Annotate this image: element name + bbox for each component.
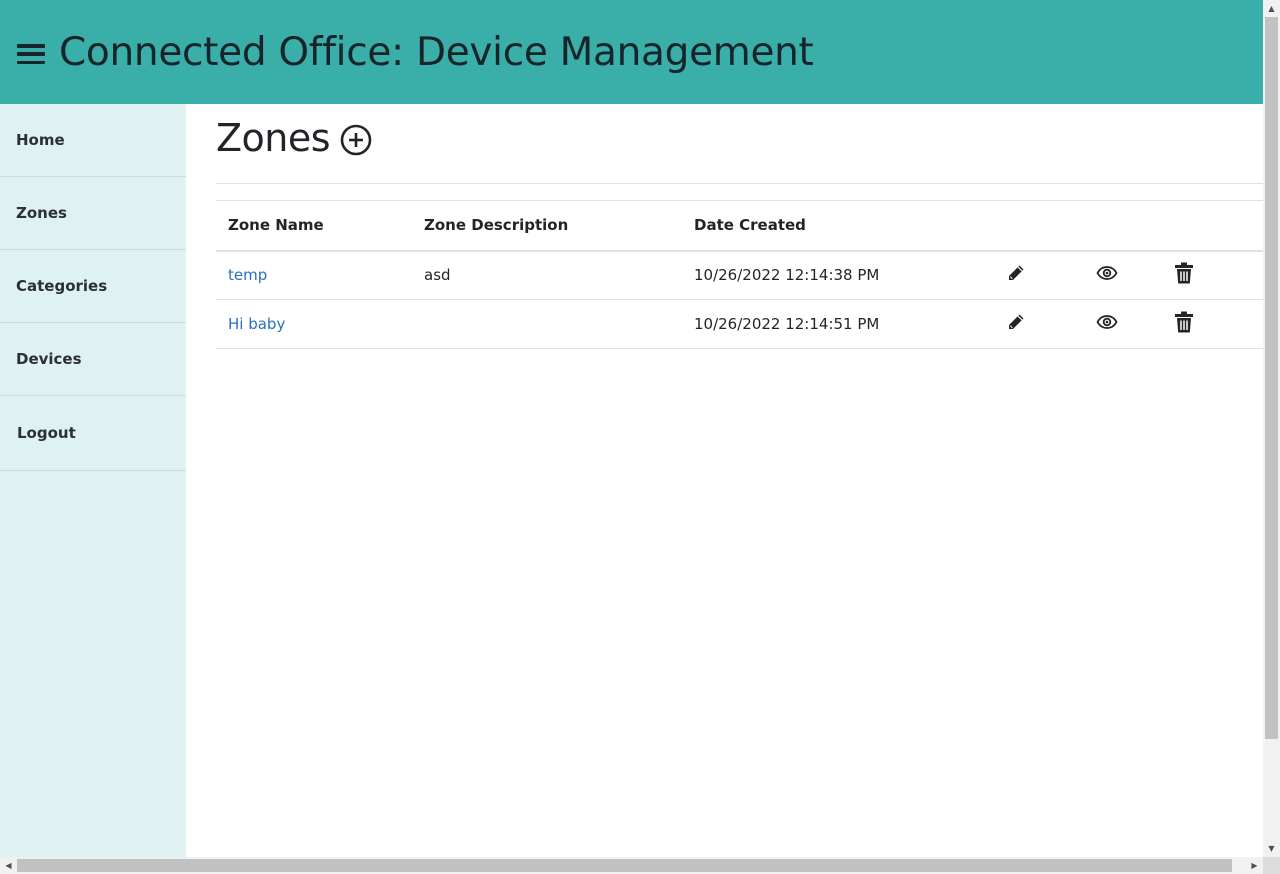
- app-header: Connected Office: Device Management: [0, 0, 1263, 104]
- sidebar: Home Zones Categories Devices Logout: [0, 104, 186, 857]
- horizontal-scrollbar-thumb[interactable]: [17, 859, 1232, 872]
- table-row: Hi baby 10/26/2022 12:14:51 PM: [216, 300, 1263, 349]
- app-title: Connected Office: Device Management: [59, 29, 814, 75]
- scroll-left-arrow-icon[interactable]: ◀: [0, 857, 17, 874]
- main-content: Zones Zone Name Zone Description Date Cr…: [216, 104, 1263, 349]
- date-created-cell: 10/26/2022 12:14:51 PM: [694, 315, 880, 333]
- horizontal-scrollbar[interactable]: ◀ ▶: [0, 857, 1263, 874]
- trash-delete-icon[interactable]: [1174, 262, 1194, 284]
- pencil-edit-icon[interactable]: [1006, 312, 1026, 332]
- page-title: Zones: [216, 115, 331, 160]
- scroll-right-arrow-icon[interactable]: ▶: [1246, 857, 1263, 874]
- column-header-zone-description: Zone Description: [424, 216, 569, 235]
- trash-delete-icon[interactable]: [1174, 311, 1194, 333]
- eye-view-icon[interactable]: [1096, 265, 1118, 281]
- sidebar-item-categories[interactable]: Categories: [0, 250, 186, 323]
- table-header-row: Zone Name Zone Description Date Created: [216, 200, 1263, 251]
- sidebar-item-zones[interactable]: Zones: [0, 177, 186, 250]
- sidebar-item-home[interactable]: Home: [0, 104, 186, 177]
- page: Connected Office: Device Management Home…: [0, 0, 1263, 857]
- column-header-date-created: Date Created: [694, 216, 806, 235]
- scroll-up-arrow-icon[interactable]: ▲: [1263, 0, 1280, 17]
- eye-view-icon[interactable]: [1096, 314, 1118, 330]
- zones-table: Zone Name Zone Description Date Created …: [216, 200, 1263, 349]
- page-header: Zones: [216, 104, 1263, 184]
- pencil-edit-icon[interactable]: [1006, 263, 1026, 283]
- plus-circle-icon[interactable]: [340, 124, 372, 156]
- scroll-down-arrow-icon[interactable]: ▼: [1263, 840, 1280, 857]
- vertical-scrollbar[interactable]: ▲ ▼: [1263, 0, 1280, 857]
- date-created-cell: 10/26/2022 12:14:38 PM: [694, 266, 880, 285]
- zone-name-link[interactable]: temp: [228, 266, 267, 284]
- scrollbar-corner: [1263, 857, 1280, 874]
- column-header-zone-name: Zone Name: [228, 216, 324, 235]
- zone-description-cell: [412, 300, 682, 349]
- hamburger-menu-icon[interactable]: [17, 44, 45, 64]
- vertical-scrollbar-thumb[interactable]: [1265, 17, 1278, 739]
- zone-name-link[interactable]: Hi baby: [228, 315, 285, 333]
- sidebar-item-devices[interactable]: Devices: [0, 323, 186, 396]
- zone-description-cell: asd: [424, 266, 451, 285]
- table-row: temp asd 10/26/2022 12:14:38 PM: [216, 251, 1263, 300]
- sidebar-item-logout[interactable]: Logout: [0, 396, 186, 471]
